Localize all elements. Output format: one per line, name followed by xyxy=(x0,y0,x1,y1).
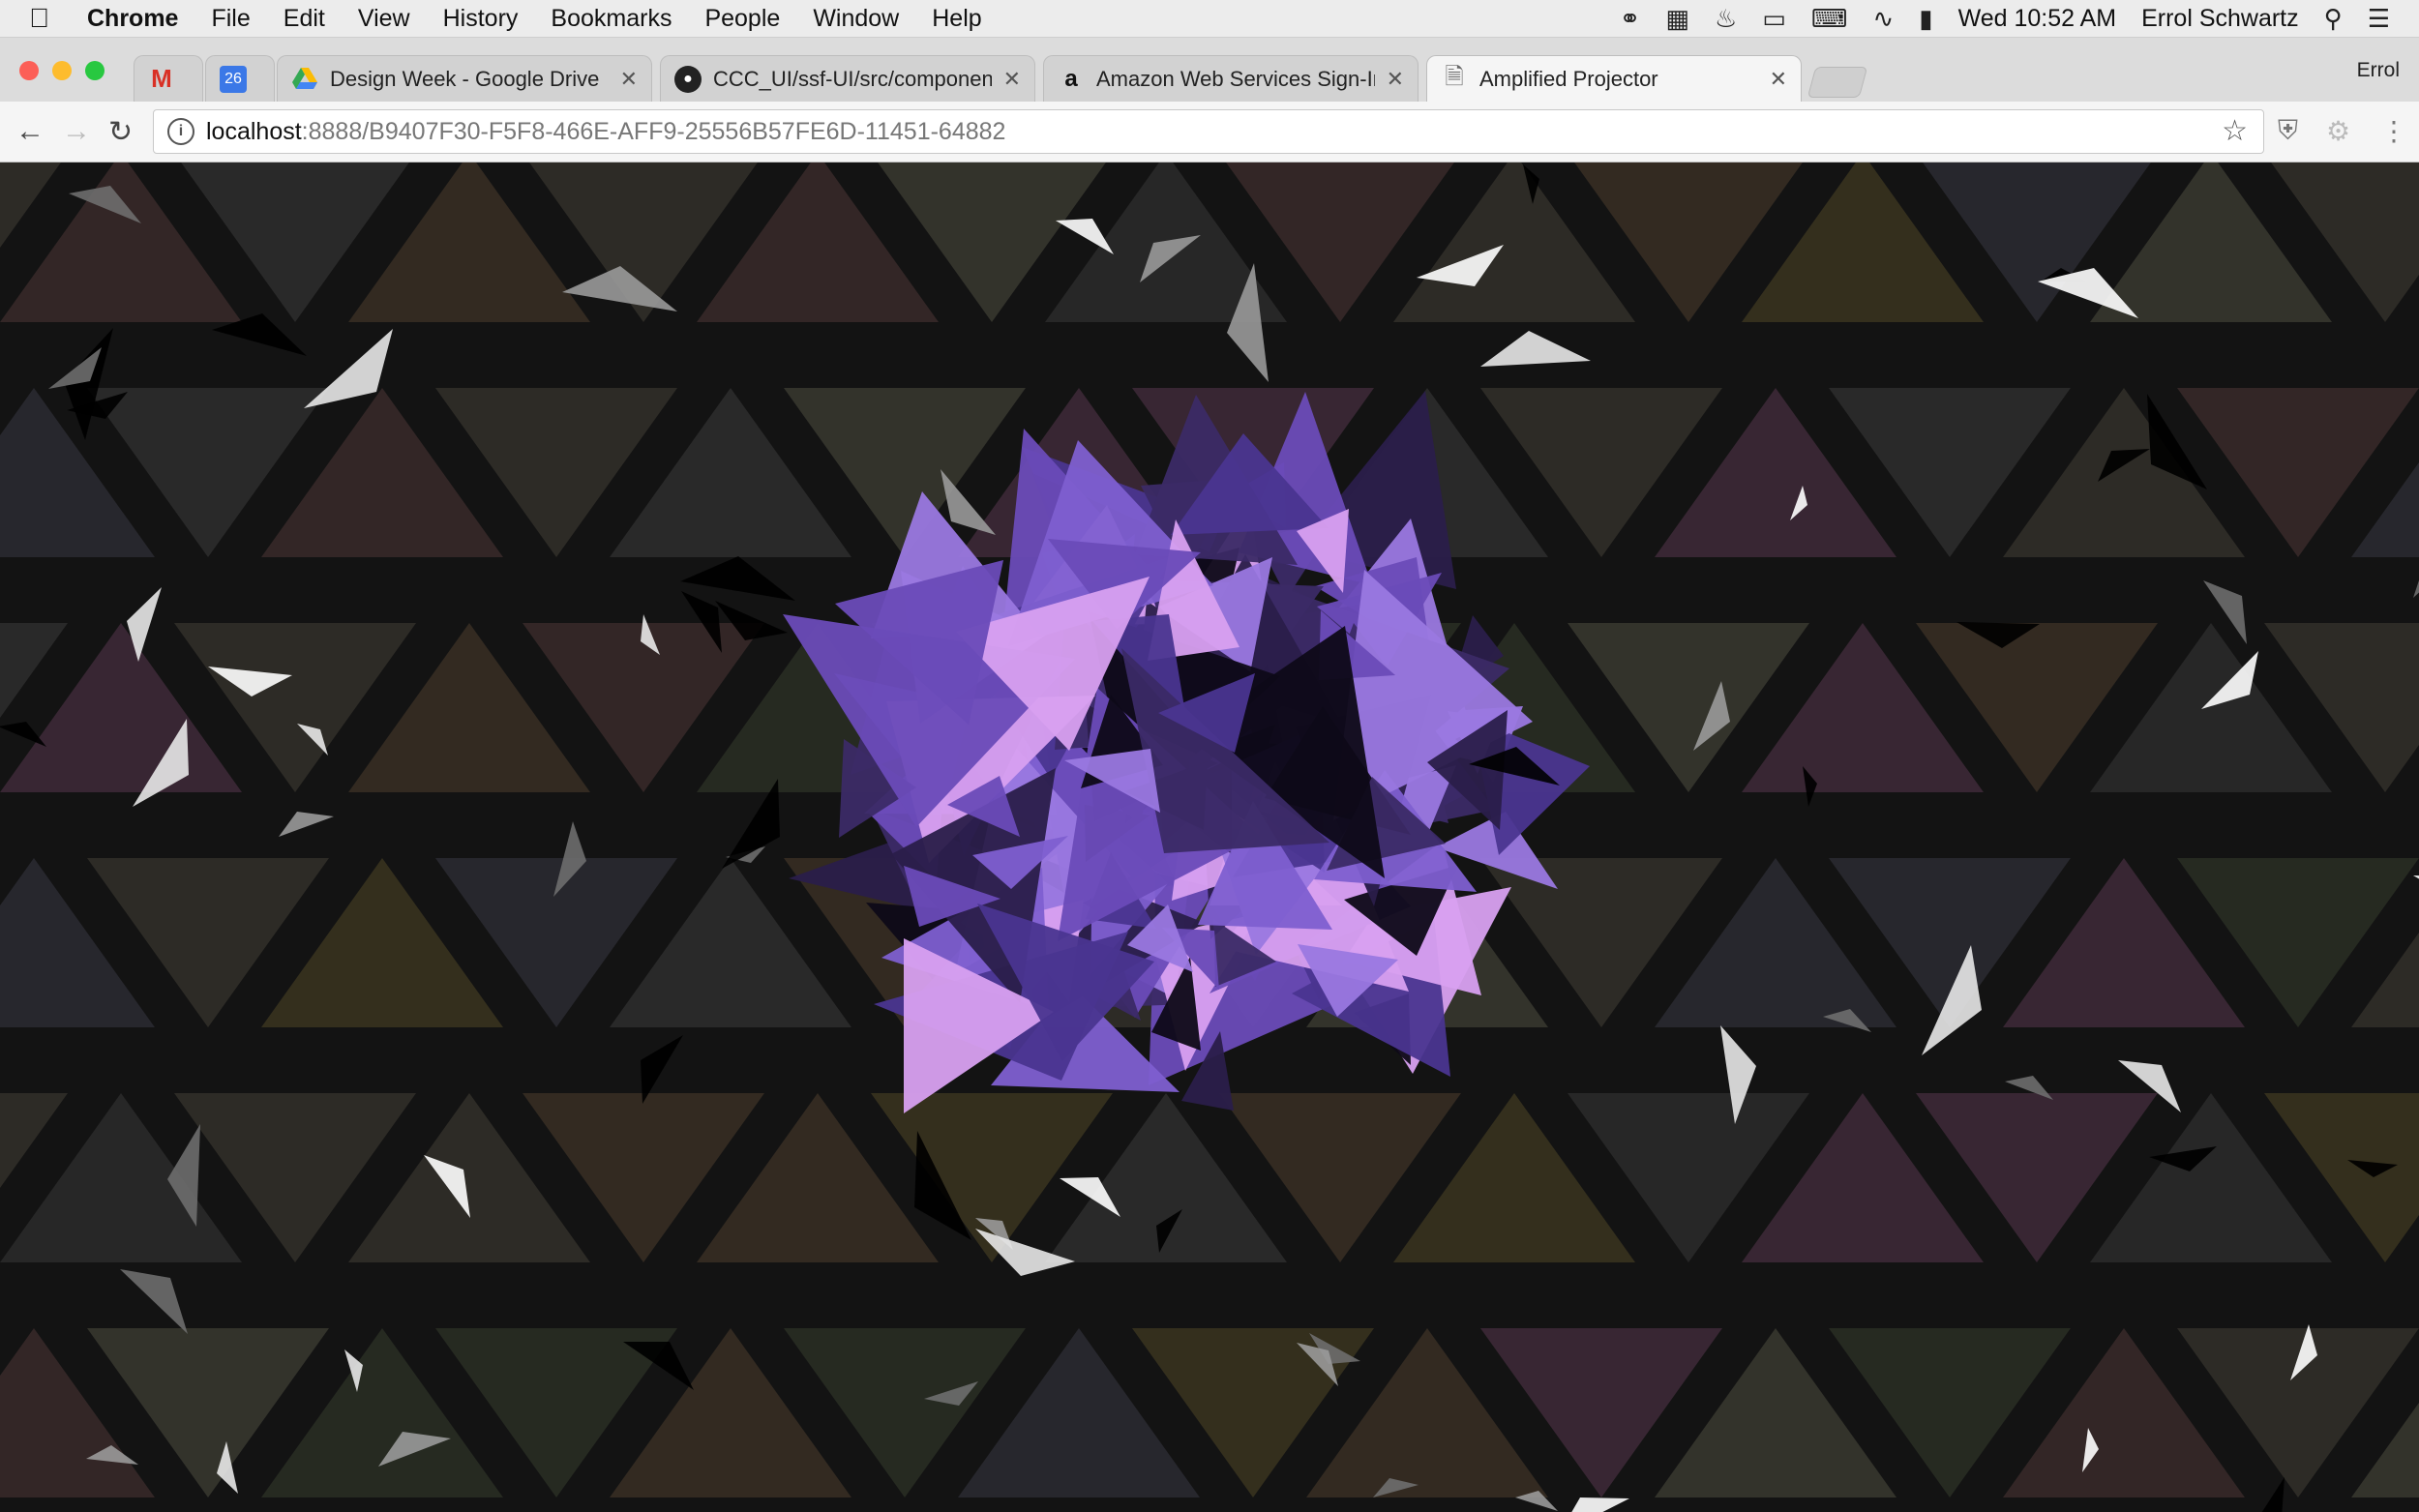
flame-icon[interactable]: ♨ xyxy=(1715,4,1737,34)
close-tab-icon[interactable]: ✕ xyxy=(1770,67,1787,92)
reload-icon[interactable]: ↻ xyxy=(108,115,133,149)
spotlight-search-icon[interactable]: ⚲ xyxy=(2324,4,2343,34)
menu-status-area: ⚭ ▦ ♨ ▭ ⌨ ∿ ▮ Wed 10:52 AM Errol Schwart… xyxy=(1595,0,2390,37)
menu-app-name[interactable]: Chrome xyxy=(87,5,178,33)
projector-canvas[interactable] xyxy=(0,163,2419,1512)
keyboard-icon[interactable]: ⌨ xyxy=(1811,4,1848,34)
menu-history[interactable]: History xyxy=(443,5,519,33)
tab-google-drive[interactable]: Design Week - Google Drive ✕ xyxy=(277,55,652,102)
scattered-shard xyxy=(1480,331,1591,367)
amazon-icon: a xyxy=(1064,65,1078,92)
tab-amplified-projector[interactable]: 🗎 Amplified Projector ✕ xyxy=(1426,55,1802,103)
battery-icon[interactable]: ▮ xyxy=(1919,4,1932,34)
gmail-icon: M xyxy=(151,64,172,93)
minimize-window-button[interactable] xyxy=(52,61,72,80)
apple-icon[interactable]:  xyxy=(29,3,77,34)
address-host: localhost xyxy=(206,117,302,145)
wifi-icon[interactable]: ∿ xyxy=(1872,4,1894,34)
notification-center-icon[interactable]: ☰ xyxy=(2368,4,2390,34)
address-bar[interactable]: i localhost :8888/B9407F30-F5F8-466E-AFF… xyxy=(153,109,2264,154)
macos-menu-bar:  Chrome File Edit View History Bookmark… xyxy=(0,0,2419,38)
close-tab-icon[interactable]: ✕ xyxy=(620,67,638,92)
bookmark-star-icon[interactable]: ☆ xyxy=(2222,114,2248,148)
projector-visualization xyxy=(0,163,2419,1512)
close-tab-icon[interactable]: ✕ xyxy=(1003,67,1021,92)
tab-github[interactable]: ● CCC_UI/ssf-UI/src/components ✕ xyxy=(660,55,1035,102)
address-path: :8888/B9407F30-F5F8-466E-AFF9-25556B57FE… xyxy=(301,117,1006,145)
menu-user[interactable]: Errol Schwartz xyxy=(2141,5,2299,33)
tab-title: Amazon Web Services Sign-In xyxy=(1096,66,1375,91)
forward-arrow-icon[interactable]: → xyxy=(62,115,91,148)
scattered-shard xyxy=(1056,219,1114,254)
zoom-window-button[interactable] xyxy=(85,61,105,80)
page-icon: 🗎 xyxy=(1445,63,1464,90)
tab-title: CCC_UI/ssf-UI/src/components xyxy=(713,66,992,91)
scattered-shard xyxy=(0,722,46,747)
close-tab-icon[interactable]: ✕ xyxy=(1387,67,1404,92)
profile-name[interactable]: Errol xyxy=(2357,59,2400,82)
shield-extension-icon[interactable]: ⛨ xyxy=(2278,115,2298,147)
menu-clock[interactable]: Wed 10:52 AM xyxy=(1958,5,2117,33)
site-info-icon[interactable]: i xyxy=(167,118,194,145)
scattered-shard xyxy=(680,556,795,601)
tab-gmail[interactable]: M xyxy=(134,55,203,102)
scattered-shard xyxy=(1571,1497,1629,1512)
close-window-button[interactable] xyxy=(19,61,39,80)
tab-amazon[interactable]: a Amazon Web Services Sign-In ✕ xyxy=(1043,55,1419,102)
chrome-menu-icon[interactable]: ⋮ xyxy=(2380,115,2407,147)
airplay-icon[interactable]: ▭ xyxy=(1762,4,1786,34)
scattered-shard xyxy=(279,812,334,837)
new-tab-button[interactable] xyxy=(1807,67,1868,98)
menu-bookmarks[interactable]: Bookmarks xyxy=(551,5,672,33)
window-controls xyxy=(19,61,118,80)
tab-title: Design Week - Google Drive xyxy=(330,66,600,91)
google-drive-icon xyxy=(291,66,318,93)
menu-view[interactable]: View xyxy=(358,5,410,33)
menu-help[interactable]: Help xyxy=(932,5,981,33)
back-arrow-icon[interactable]: ← xyxy=(15,115,45,148)
scattered-shard xyxy=(2413,875,2419,879)
scattered-shard xyxy=(2261,1477,2285,1512)
menu-people[interactable]: People xyxy=(704,5,780,33)
browser-toolbar: ← → ↻ i localhost :8888/B9407F30-F5F8-46… xyxy=(0,102,2419,163)
tab-calendar[interactable]: 26 xyxy=(205,55,275,102)
scattered-shard xyxy=(120,1269,188,1334)
menu-edit[interactable]: Edit xyxy=(284,5,325,33)
gear-extension-icon[interactable]: ⚙ xyxy=(2326,115,2350,147)
creative-cloud-icon[interactable]: ⚭ xyxy=(1620,4,1641,34)
menu-file[interactable]: File xyxy=(211,5,250,33)
menu-window[interactable]: Window xyxy=(813,5,899,33)
calendar-icon: 26 xyxy=(220,65,247,93)
tab-title: Amplified Projector xyxy=(1479,67,1658,91)
grid-app-icon[interactable]: ▦ xyxy=(1665,4,1689,34)
tab-strip: M 26 Design Week - Google Drive ✕ ● CCC_… xyxy=(0,38,2419,103)
github-icon: ● xyxy=(674,65,702,93)
